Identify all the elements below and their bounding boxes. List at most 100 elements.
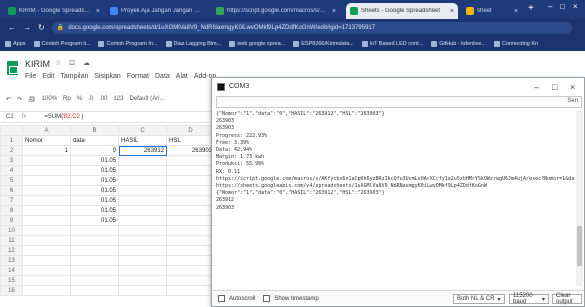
- menu-file[interactable]: File: [25, 73, 36, 80]
- close-icon[interactable]: ×: [450, 8, 454, 15]
- close-icon[interactable]: ×: [332, 8, 336, 15]
- table-cell[interactable]: [118, 255, 167, 266]
- row-header[interactable]: 14: [0, 265, 23, 276]
- table-cell[interactable]: [118, 245, 167, 256]
- table-cell[interactable]: 1: [22, 145, 71, 156]
- bookmark-item[interactable]: loT Based LED cont...: [361, 40, 423, 47]
- table-cell[interactable]: [118, 215, 167, 226]
- table-cell[interactable]: [166, 205, 215, 216]
- table-cell[interactable]: [70, 265, 119, 276]
- row-header[interactable]: 5: [0, 175, 23, 186]
- table-cell[interactable]: [166, 215, 215, 226]
- maximize-icon[interactable]: □: [560, 2, 565, 11]
- table-cell[interactable]: 263912: [118, 145, 167, 156]
- table-cell[interactable]: [22, 215, 71, 226]
- zoom-select[interactable]: 100%: [42, 96, 57, 103]
- table-cell[interactable]: [166, 175, 215, 186]
- table-cell[interactable]: [70, 245, 119, 256]
- column-header[interactable]: D: [166, 125, 215, 136]
- row-header[interactable]: 9: [0, 215, 23, 226]
- table-cell[interactable]: Nomor: [22, 135, 71, 146]
- percent-format-button[interactable]: %: [77, 96, 82, 103]
- maximize-icon[interactable]: □: [552, 82, 557, 92]
- menu-data[interactable]: Data: [155, 73, 170, 80]
- table-cell[interactable]: 01.05: [70, 165, 119, 176]
- title-action-icons[interactable]: ☆ ⊡ ☁: [55, 59, 93, 67]
- row-header[interactable]: 2: [0, 145, 23, 156]
- column-header[interactable]: A: [22, 125, 71, 136]
- address-bar[interactable]: 🔒 docs.google.com/spreadsheets/d/1uXGMlV…: [51, 21, 572, 34]
- table-cell[interactable]: 0: [70, 145, 119, 156]
- column-header[interactable]: C: [118, 125, 167, 136]
- bookmark-item[interactable]: ESP8266/Kirimdata...: [293, 40, 354, 47]
- row-header[interactable]: 4: [0, 165, 23, 176]
- serial-input-field[interactable]: Sen: [216, 96, 582, 108]
- table-cell[interactable]: [118, 185, 167, 196]
- table-cell[interactable]: [166, 165, 215, 176]
- table-cell[interactable]: [118, 285, 167, 296]
- table-cell[interactable]: 263903: [166, 145, 215, 156]
- table-cell[interactable]: [22, 245, 71, 256]
- bookmark-apps[interactable]: Apps: [5, 40, 26, 47]
- currency-format-button[interactable]: Rp: [63, 96, 71, 103]
- line-ending-select[interactable]: Both NL & CR ▾: [453, 294, 505, 304]
- formula-input[interactable]: =SUM(B2:C2 ): [44, 114, 83, 120]
- table-cell[interactable]: HSL: [166, 135, 215, 146]
- scrollbar-thumb[interactable]: [577, 226, 582, 266]
- table-cell[interactable]: [22, 175, 71, 186]
- column-header[interactable]: B: [70, 125, 119, 136]
- close-icon[interactable]: ×: [570, 82, 575, 92]
- row-header[interactable]: 6: [0, 185, 23, 196]
- table-cell[interactable]: HASIL: [118, 135, 167, 146]
- autoscroll-checkbox[interactable]: [218, 295, 225, 302]
- back-arrow-icon[interactable]: ←: [8, 23, 16, 32]
- table-cell[interactable]: [166, 285, 215, 296]
- print-icon[interactable]: 🖨: [28, 96, 36, 103]
- table-cell[interactable]: [166, 155, 215, 166]
- menu-tools[interactable]: Alat: [176, 73, 188, 80]
- bookmark-item[interactable]: Contoh Program li...: [33, 40, 90, 47]
- row-header[interactable]: 3: [0, 155, 23, 166]
- table-cell[interactable]: 01.05: [70, 205, 119, 216]
- browser-tab-active[interactable]: Sheets - Google Spreadsheet ×: [346, 3, 458, 19]
- select-all-corner[interactable]: [0, 125, 23, 136]
- table-cell[interactable]: [70, 285, 119, 296]
- table-cell[interactable]: [22, 235, 71, 246]
- row-header[interactable]: 12: [0, 245, 23, 256]
- decrease-decimal-button[interactable]: .0: [88, 96, 93, 103]
- more-formats-button[interactable]: 123: [113, 96, 123, 103]
- close-icon[interactable]: ×: [514, 8, 518, 15]
- browser-tab[interactable]: KIRIM - Google Spreadsheet ×: [4, 3, 104, 19]
- table-cell[interactable]: [118, 265, 167, 276]
- send-button[interactable]: Sen: [567, 98, 578, 104]
- table-cell[interactable]: [166, 245, 215, 256]
- table-cell[interactable]: [22, 255, 71, 266]
- document-title[interactable]: KIRIM: [25, 59, 50, 69]
- reload-icon[interactable]: ↻: [38, 23, 45, 32]
- table-cell[interactable]: [22, 225, 71, 236]
- table-cell[interactable]: [70, 235, 119, 246]
- table-cell[interactable]: 01.05: [70, 175, 119, 186]
- table-cell[interactable]: [118, 155, 167, 166]
- table-cell[interactable]: data: [70, 135, 119, 146]
- table-cell[interactable]: 01.05: [70, 185, 119, 196]
- row-header[interactable]: 13: [0, 255, 23, 266]
- table-cell[interactable]: [118, 275, 167, 286]
- row-header[interactable]: 16: [0, 285, 23, 296]
- table-cell[interactable]: [118, 195, 167, 206]
- font-select[interactable]: Default (Ari...: [129, 96, 164, 103]
- sheets-logo-icon[interactable]: [7, 61, 18, 75]
- baud-rate-select[interactable]: 115200 baud ▾: [509, 293, 549, 305]
- table-cell[interactable]: [118, 235, 167, 246]
- table-cell[interactable]: 01.05: [70, 155, 119, 166]
- minimize-icon[interactable]: –: [534, 82, 539, 92]
- table-cell[interactable]: [22, 165, 71, 176]
- close-window-icon[interactable]: ×: [573, 2, 578, 11]
- forward-arrow-icon[interactable]: →: [23, 23, 31, 32]
- table-cell[interactable]: [22, 285, 71, 296]
- table-cell[interactable]: [166, 225, 215, 236]
- bookmark-item[interactable]: Contoh Program In...: [98, 40, 158, 47]
- minimize-icon[interactable]: –: [548, 2, 552, 11]
- redo-icon[interactable]: ↷: [17, 96, 22, 103]
- menu-format[interactable]: Format: [127, 73, 149, 80]
